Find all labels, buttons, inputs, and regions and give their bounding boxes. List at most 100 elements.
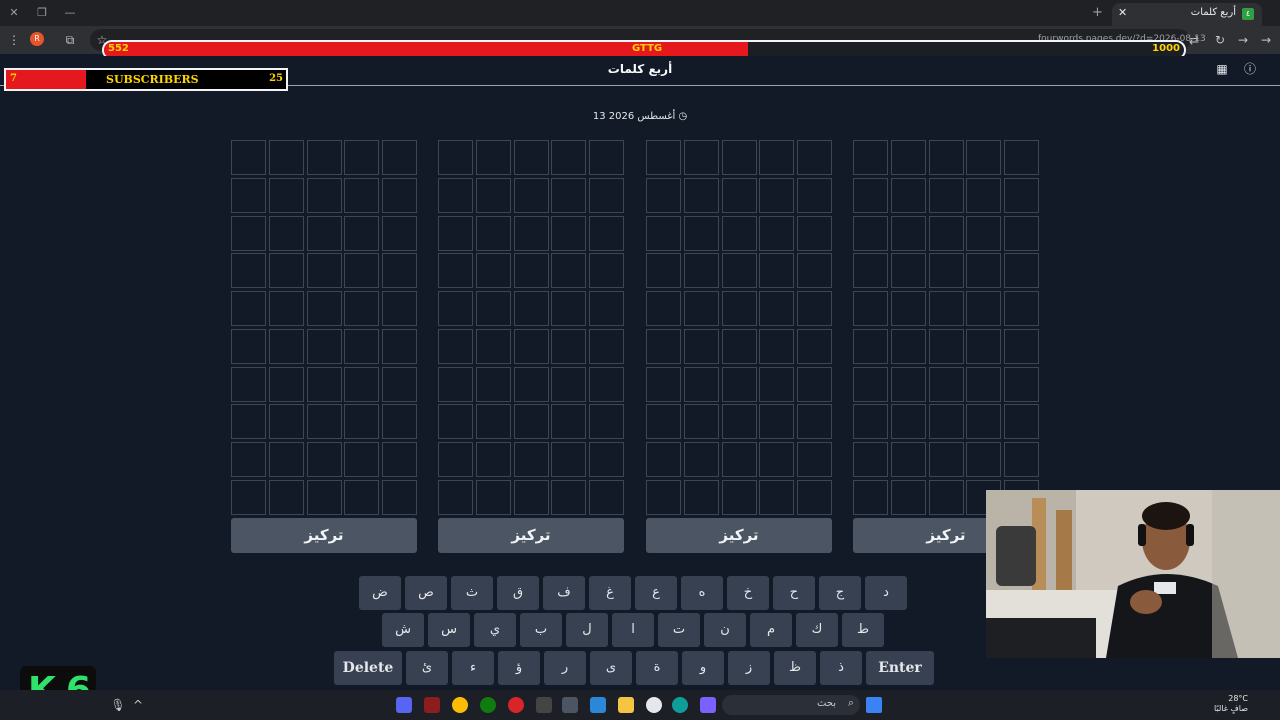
letter-cell [589, 253, 624, 289]
browser-tab-strip: ✕ ❐ — + ✕ أربع كلمات ٤ [0, 0, 1280, 26]
letter-key[interactable]: ل [566, 613, 608, 647]
letter-cell [1004, 215, 1039, 251]
app-icon[interactable] [536, 697, 552, 713]
focus-button[interactable]: تركيز [646, 517, 832, 553]
calendar-icon[interactable]: ▦ [1215, 62, 1229, 76]
letter-key[interactable]: ج [819, 576, 861, 610]
letter-key[interactable]: ء [452, 651, 494, 685]
info-icon[interactable]: ⓘ [1243, 62, 1257, 76]
letter-cell [890, 328, 926, 364]
menu-dots-icon[interactable]: ⋮ [6, 32, 22, 48]
letter-key[interactable]: ز [728, 651, 770, 685]
letter-cell [306, 366, 342, 402]
letter-key[interactable]: ه [681, 576, 723, 610]
letter-cell [475, 291, 511, 326]
letter-cell [231, 215, 266, 251]
letter-cell [721, 366, 757, 402]
letter-cell [646, 479, 681, 515]
microphone-icon[interactable]: 🎙 [110, 697, 126, 713]
letter-cell [966, 140, 1002, 175]
edge-app-icon[interactable] [672, 697, 688, 713]
close-window-icon[interactable]: ✕ [6, 5, 22, 21]
back-icon[interactable]: → [1258, 32, 1274, 48]
letter-key[interactable]: ظ [774, 651, 816, 685]
letter-key[interactable]: ر [544, 651, 586, 685]
letter-cell [928, 366, 964, 402]
app-icon[interactable] [562, 697, 578, 713]
letter-cell [589, 177, 624, 213]
new-tab-icon[interactable]: + [1092, 5, 1103, 20]
word-board-1: تركيز [231, 140, 417, 553]
focus-button[interactable]: تركيز [438, 517, 624, 553]
letter-cell [721, 177, 757, 213]
letter-key[interactable]: ت [658, 613, 700, 647]
letter-cell [759, 479, 795, 515]
letter-key[interactable]: غ [589, 576, 631, 610]
subscribers-progress-fill [6, 70, 86, 89]
letter-cell [551, 366, 587, 402]
stream-goal-current: 552 [108, 43, 129, 54]
letter-key[interactable]: ح [773, 576, 815, 610]
letter-cell [928, 291, 964, 326]
extensions-icon[interactable]: ⧉ [62, 32, 78, 48]
letter-key[interactable]: ط [842, 613, 884, 647]
letter-key[interactable]: ص [405, 576, 447, 610]
letter-key[interactable]: ئ [406, 651, 448, 685]
letter-cell [759, 442, 795, 477]
letter-key[interactable]: ي [474, 613, 516, 647]
letter-cell [683, 328, 719, 364]
forward-icon[interactable]: → [1235, 32, 1251, 48]
letter-cell [721, 479, 757, 515]
enter-key[interactable]: Enter [866, 651, 934, 685]
letter-key[interactable]: ع [635, 576, 677, 610]
letter-key[interactable]: ب [520, 613, 562, 647]
weather-widget[interactable]: 28°C صافٍ غالبًا [1212, 694, 1248, 714]
chrome-app-icon[interactable] [452, 697, 468, 713]
letter-cell [797, 253, 832, 289]
windows-start-icon[interactable] [866, 697, 882, 713]
minimize-window-icon[interactable]: — [62, 5, 78, 21]
letter-key[interactable]: ى [590, 651, 632, 685]
focus-button[interactable]: تركيز [231, 517, 417, 553]
letter-cell [646, 215, 681, 251]
letter-cell [646, 140, 681, 175]
letter-cell [853, 366, 888, 402]
file-explorer-icon[interactable] [618, 697, 634, 713]
reload-icon[interactable]: ↻ [1212, 32, 1228, 48]
tray-chevron-icon[interactable]: ^ [130, 697, 146, 713]
delete-key[interactable]: Delete [334, 651, 402, 685]
letter-cell [551, 328, 587, 364]
discord-app-icon[interactable] [396, 697, 412, 713]
letter-key[interactable]: ف [543, 576, 585, 610]
app-icon[interactable] [646, 697, 662, 713]
taskbar-search[interactable]: بحث ⌕ [722, 695, 860, 715]
letter-key[interactable]: ك [796, 613, 838, 647]
letter-key[interactable]: و [682, 651, 724, 685]
close-tab-icon[interactable]: ✕ [1118, 6, 1127, 19]
letter-key[interactable]: خ [727, 576, 769, 610]
letter-key[interactable]: ث [451, 576, 493, 610]
xbox-app-icon[interactable] [480, 697, 496, 713]
letter-key[interactable]: ض [359, 576, 401, 610]
letter-key[interactable]: ق [497, 576, 539, 610]
copilot-app-icon[interactable] [700, 697, 716, 713]
letter-cell [683, 177, 719, 213]
clock-icon: ◷ [678, 111, 688, 122]
browser-tab[interactable]: ✕ أربع كلمات ٤ [1112, 3, 1262, 26]
app-icon[interactable] [424, 697, 440, 713]
letter-cell [1004, 328, 1039, 364]
letter-key[interactable]: س [428, 613, 470, 647]
letter-key[interactable]: م [750, 613, 792, 647]
letter-key[interactable]: ن [704, 613, 746, 647]
letter-key[interactable]: ذ [820, 651, 862, 685]
profile-avatar[interactable]: R [30, 32, 44, 46]
maximize-window-icon[interactable]: ❐ [34, 5, 50, 21]
letter-key[interactable]: ا [612, 613, 654, 647]
letter-cell [513, 442, 549, 477]
letter-key[interactable]: ة [636, 651, 678, 685]
mail-app-icon[interactable] [590, 697, 606, 713]
opera-app-icon[interactable] [508, 697, 524, 713]
letter-key[interactable]: ش [382, 613, 424, 647]
letter-key[interactable]: ؤ [498, 651, 540, 685]
letter-key[interactable]: د [865, 576, 907, 610]
